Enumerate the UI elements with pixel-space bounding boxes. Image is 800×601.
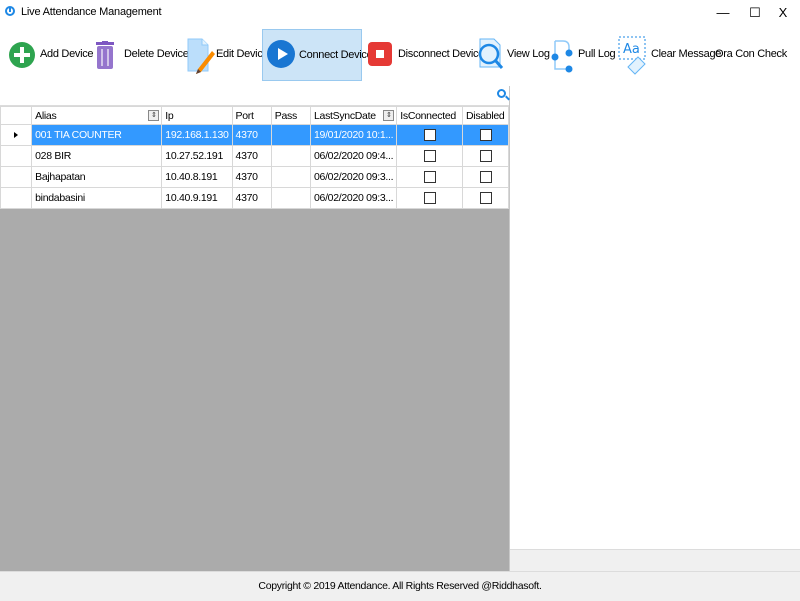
add-device-label: Add Device xyxy=(40,48,94,60)
column-header-port[interactable]: Port xyxy=(231,106,272,125)
cell-lastsyncdate[interactable]: 06/02/2020 09:3... xyxy=(309,187,398,209)
isconnected-checkbox[interactable] xyxy=(423,150,436,163)
cell-disabled[interactable] xyxy=(462,187,509,209)
cell-pass[interactable] xyxy=(270,145,311,167)
current-row-icon xyxy=(14,132,19,138)
clear-message-button[interactable]: Aa Clear Message xyxy=(614,29,721,81)
disabled-checkbox[interactable] xyxy=(479,129,492,142)
column-header-pass[interactable]: Pass xyxy=(270,106,311,125)
cell-port[interactable]: 4370 xyxy=(231,145,272,167)
cell-disabled[interactable] xyxy=(462,166,509,188)
column-header-alias[interactable]: Alias ⇕ xyxy=(31,106,163,125)
disabled-checkbox[interactable] xyxy=(479,192,492,205)
connect-device-button[interactable]: Connect Device xyxy=(262,29,373,81)
device-table: Alias ⇕ Ip Port Pass LastSyncDate ⇕ IsConn… xyxy=(0,106,509,209)
cell-lastsyncdate[interactable]: 19/01/2020 10:1... xyxy=(309,124,398,146)
row-header-corner xyxy=(0,106,33,125)
cell-disabled[interactable] xyxy=(462,124,509,146)
connect-device-label: Connect Device xyxy=(299,49,373,61)
view-log-label: View Log xyxy=(507,48,550,60)
cell-isconnected[interactable] xyxy=(396,166,463,188)
cell-ip[interactable]: 192.168.1.130 xyxy=(161,124,233,146)
isconnected-checkbox[interactable] xyxy=(423,171,436,184)
maximize-button[interactable]: ☐ xyxy=(740,0,770,26)
delete-device-label: Delete Device xyxy=(124,48,189,60)
cell-pass[interactable] xyxy=(270,166,311,188)
cell-ip[interactable]: 10.40.8.191 xyxy=(161,166,233,188)
table-row[interactable]: 028 BIR 10.27.52.191 4370 06/02/2020 09:… xyxy=(0,145,509,167)
device-grid-panel: Alias ⇕ Ip Port Pass LastSyncDate ⇕ IsConn… xyxy=(0,86,510,571)
pull-log-button[interactable]: Pull Log xyxy=(546,29,616,81)
ora-con-check-label: Ora Con Check xyxy=(715,48,787,60)
cell-port[interactable]: 4370 xyxy=(231,187,272,209)
cell-port[interactable]: 4370 xyxy=(231,124,272,146)
column-header-lastsyncdate[interactable]: LastSyncDate ⇕ xyxy=(309,106,398,125)
title-bar: Live Attendance Management — ☐ X xyxy=(0,0,800,26)
add-icon xyxy=(9,42,35,68)
copyright-text: Copyright © 2019 Attendance. All Rights … xyxy=(258,580,542,592)
search-icon[interactable] xyxy=(497,89,506,98)
view-log-icon xyxy=(478,38,504,69)
sort-icon[interactable]: ⇕ xyxy=(148,110,160,121)
cell-pass[interactable] xyxy=(270,187,311,209)
app-icon xyxy=(5,6,15,16)
table-row[interactable]: Bajhapatan 10.40.8.191 4370 06/02/2020 0… xyxy=(0,166,509,188)
delete-device-button[interactable]: Delete Device xyxy=(90,29,189,81)
disconnect-device-button[interactable]: Disconnect Device xyxy=(364,29,484,81)
cell-port[interactable]: 4370 xyxy=(231,166,272,188)
disconnect-device-label: Disconnect Device xyxy=(398,48,484,60)
row-header[interactable] xyxy=(0,187,33,209)
cell-ip[interactable]: 10.27.52.191 xyxy=(161,145,233,167)
stop-icon xyxy=(368,42,392,66)
cell-alias[interactable]: Bajhapatan xyxy=(31,166,163,188)
disabled-checkbox[interactable] xyxy=(479,171,492,184)
cell-disabled[interactable] xyxy=(462,145,509,167)
cell-alias[interactable]: bindabasini xyxy=(31,187,163,209)
clear-message-icon: Aa xyxy=(618,36,646,75)
table-header-row: Alias ⇕ Ip Port Pass LastSyncDate ⇕ IsConn… xyxy=(0,106,509,125)
edit-icon xyxy=(187,38,215,74)
ora-con-check-button[interactable]: Ora Con Check xyxy=(710,29,787,81)
isconnected-checkbox[interactable] xyxy=(423,192,436,205)
message-panel-scrollbar[interactable] xyxy=(510,549,800,572)
cell-isconnected[interactable] xyxy=(396,124,463,146)
view-log-button[interactable]: View Log xyxy=(473,29,550,81)
cell-alias[interactable]: 028 BIR xyxy=(31,145,163,167)
disabled-checkbox[interactable] xyxy=(479,150,492,163)
grid-search-row[interactable] xyxy=(0,86,509,106)
cell-alias[interactable]: 001 TIA COUNTER xyxy=(31,124,163,146)
pull-log-icon xyxy=(551,40,573,73)
isconnected-checkbox[interactable] xyxy=(423,129,436,142)
window-title: Live Attendance Management xyxy=(21,6,162,18)
column-header-disabled[interactable]: Disabled xyxy=(462,106,509,125)
edit-device-label: Edit Device xyxy=(216,48,269,60)
cell-isconnected[interactable] xyxy=(396,187,463,209)
cell-lastsyncdate[interactable]: 06/02/2020 09:4... xyxy=(309,145,398,167)
column-header-ip[interactable]: Ip xyxy=(161,106,233,125)
toolbar: Add Device Delete Device Edit Device Con… xyxy=(0,26,800,86)
svg-text:Aa: Aa xyxy=(623,42,640,57)
column-header-isconnected[interactable]: IsConnected xyxy=(396,106,463,125)
cell-lastsyncdate[interactable]: 06/02/2020 09:3... xyxy=(309,166,398,188)
cell-isconnected[interactable] xyxy=(396,145,463,167)
row-header[interactable] xyxy=(0,124,33,146)
close-button[interactable]: X xyxy=(768,0,798,26)
add-device-button[interactable]: Add Device xyxy=(5,29,94,81)
message-panel[interactable] xyxy=(510,86,800,549)
row-header[interactable] xyxy=(0,166,33,188)
trash-icon xyxy=(96,41,114,69)
row-header[interactable] xyxy=(0,145,33,167)
status-bar: Copyright © 2019 Attendance. All Rights … xyxy=(0,571,800,601)
minimize-button[interactable]: — xyxy=(708,0,738,26)
sort-icon[interactable]: ⇕ xyxy=(383,110,395,121)
table-row[interactable]: bindabasini 10.40.9.191 4370 06/02/2020 … xyxy=(0,187,509,209)
cell-ip[interactable]: 10.40.9.191 xyxy=(161,187,233,209)
pull-log-label: Pull Log xyxy=(578,48,616,60)
edit-device-button[interactable]: Edit Device xyxy=(182,29,269,81)
play-icon xyxy=(267,40,295,68)
table-row[interactable]: 001 TIA COUNTER 192.168.1.130 4370 19/01… xyxy=(0,124,509,146)
cell-pass[interactable] xyxy=(270,124,311,146)
